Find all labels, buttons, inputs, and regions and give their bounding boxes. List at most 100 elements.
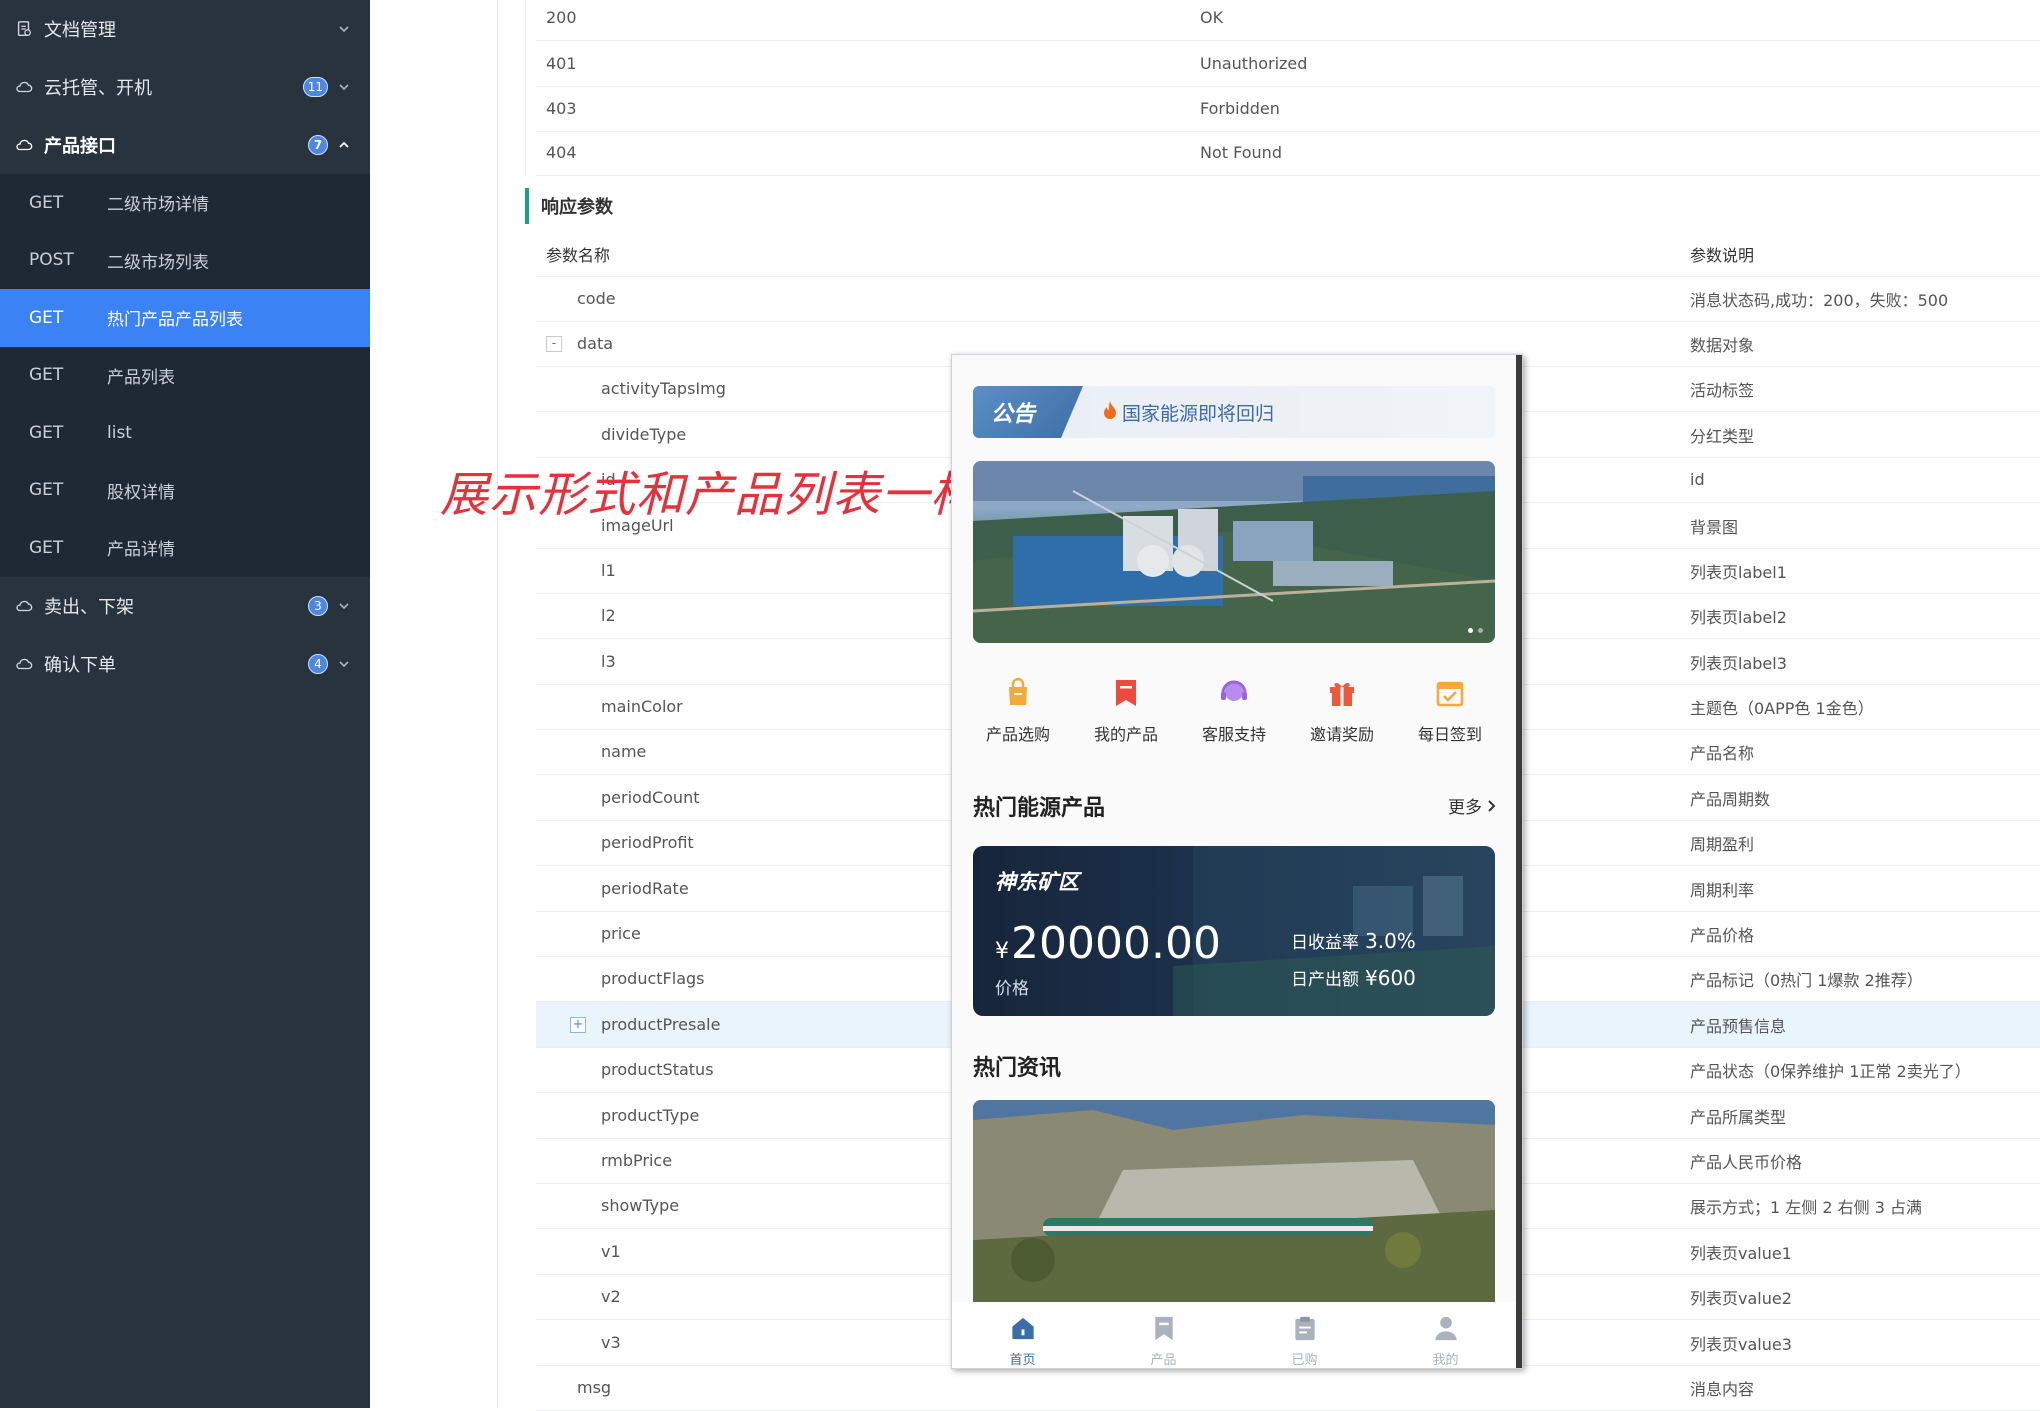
headset-icon [1221, 680, 1247, 701]
param-desc: 列表页value3 [1690, 1334, 1792, 1354]
quick-action-invite[interactable]: 邀请奖励 [1292, 675, 1392, 755]
http-method: GET [29, 537, 64, 558]
endpoint-item[interactable]: POST 二级市场列表 [0, 232, 370, 290]
shopping-bag-icon [1009, 677, 1027, 705]
endpoint-list: GET 二级市场详情 POST 二级市场列表 GET 热门产品产品列表 GET … [0, 174, 370, 577]
endpoint-item[interactable]: GET 二级市场详情 [0, 174, 370, 232]
status-row: 403 Forbidden [536, 86, 2040, 132]
sidebar-group-sell[interactable]: 卖出、下架 3 [0, 577, 370, 635]
quick-action-my-products[interactable]: 我的产品 [1076, 675, 1176, 755]
document-icon [14, 19, 34, 39]
product-name: 神东矿区 [995, 870, 1079, 894]
count-badge: 4 [308, 653, 328, 674]
cloud-icon [14, 596, 34, 616]
sidebar-group-cloud[interactable]: 云托管、开机 11 [0, 58, 370, 116]
quick-action-checkin[interactable]: 每日签到 [1400, 675, 1500, 755]
column-header: 参数名称 [546, 245, 611, 265]
notice-bar[interactable]: 公告 国家能源即将回归 [973, 386, 1495, 438]
chevron-down-icon [339, 26, 349, 33]
news-image[interactable] [973, 1100, 1495, 1305]
http-method: GET [29, 307, 64, 328]
endpoint-item[interactable]: GET 产品详情 [0, 519, 370, 577]
user-icon [1434, 1316, 1457, 1341]
http-method: GET [29, 192, 64, 213]
endpoint-item[interactable]: GET list [0, 404, 370, 462]
count-badge: 7 [308, 135, 328, 155]
param-desc: 周期利率 [1690, 880, 1755, 900]
home-icon [1011, 1317, 1034, 1340]
daily-output-label: 日产出额 [1291, 970, 1359, 990]
chevron-down-icon [339, 84, 349, 91]
sidebar-group-docs[interactable]: 文档管理 [0, 0, 370, 58]
quick-action-label: 产品选购 [985, 725, 1050, 744]
param-name: code [577, 289, 616, 308]
price-value: 20000.00 [1011, 918, 1221, 969]
quick-action-support[interactable]: 客服支持 [1184, 675, 1284, 755]
price-label: 价格 [995, 979, 1029, 999]
bookmark-icon [1154, 1316, 1173, 1341]
sidebar-group-label: 文档管理 [44, 20, 116, 41]
param-name: divideType [601, 425, 687, 444]
bookmark-icon [1116, 680, 1136, 706]
endpoint-item[interactable]: GET 股权详情 [0, 462, 370, 520]
endpoint-item[interactable]: GET 产品列表 [0, 347, 370, 405]
fire-icon [1101, 400, 1119, 425]
tab-home[interactable]: 首页 [952, 1302, 1093, 1368]
daily-rate: 日收益率 3.0% [1291, 928, 1416, 953]
clipboard-icon [1294, 1316, 1315, 1341]
tab-products[interactable]: 产品 [1093, 1302, 1234, 1368]
param-desc: 产品价格 [1690, 925, 1755, 945]
status-desc: Not Found [1200, 143, 1282, 162]
gift-icon [1330, 682, 1354, 706]
param-desc: 产品标记（0热门 1爆款 2推荐） [1690, 970, 1923, 990]
daily-rate-label: 日收益率 [1291, 933, 1359, 953]
param-desc: 列表页label1 [1690, 562, 1787, 582]
status-desc: OK [1200, 8, 1224, 27]
http-method: POST [29, 250, 74, 271]
sidebar-group-product-api[interactable]: 产品接口 7 [0, 116, 370, 174]
sidebar-group-order[interactable]: 确认下单 4 [0, 635, 370, 693]
phone-preview: 公告 国家能源即将回归 产品选购 我的产品 客服支持 邀请奖励 每日签到 热门能… [951, 354, 1523, 1369]
bottom-tab-bar: 首页 产品 已购 我的 [952, 1302, 1516, 1368]
table-header: 参数名称 参数说明 [536, 231, 2040, 277]
scrollbar[interactable] [1516, 355, 1522, 1368]
currency-symbol: ¥ [995, 939, 1009, 964]
banner-carousel[interactable] [973, 461, 1495, 643]
news-title: 热门资讯 [973, 1056, 1062, 1081]
param-name: msg [577, 1378, 612, 1397]
status-code: 401 [546, 54, 577, 73]
endpoint-name: 产品详情 [107, 540, 175, 561]
status-row: 401 Unauthorized [536, 41, 2040, 87]
notice-text: 国家能源即将回归 [1122, 402, 1275, 425]
carousel-dot[interactable] [1468, 628, 1473, 633]
param-desc: 活动标签 [1690, 380, 1755, 400]
tab-purchased[interactable]: 已购 [1234, 1302, 1375, 1368]
quick-action-shop[interactable]: 产品选购 [968, 675, 1068, 755]
table-border [525, 0, 526, 175]
sidebar-group-label: 云托管、开机 [44, 78, 152, 99]
quick-action-label: 每日签到 [1417, 725, 1482, 744]
param-desc: 列表页value1 [1690, 1243, 1792, 1263]
quick-action-label: 邀请奖励 [1309, 725, 1374, 744]
param-name: periodRate [601, 879, 689, 898]
cloud-icon [14, 135, 34, 155]
expand-toggle[interactable]: + [570, 1016, 586, 1033]
more-link[interactable]: 更多 [1448, 793, 1496, 818]
daily-rate-value: 3.0% [1365, 929, 1416, 953]
param-desc: 产品所属类型 [1690, 1107, 1787, 1127]
endpoint-name: 产品列表 [107, 367, 175, 388]
carousel-dot[interactable] [1478, 628, 1483, 633]
param-desc: id [1690, 470, 1705, 489]
sidebar-group-label: 产品接口 [44, 136, 116, 157]
train-landscape-image [973, 1100, 1495, 1305]
param-name: name [601, 742, 647, 761]
count-badge: 3 [308, 595, 328, 616]
product-card[interactable]: 神东矿区 ¥20000.00 价格 日收益率 3.0% 日产出额 ¥600 [973, 846, 1495, 1016]
tab-mine[interactable]: 我的 [1375, 1302, 1516, 1368]
daily-output-value: ¥600 [1365, 966, 1416, 990]
collapse-toggle[interactable]: - [546, 335, 562, 352]
status-code: 403 [546, 99, 577, 118]
cloud-icon [14, 654, 34, 674]
chevron-up-icon [339, 141, 349, 148]
endpoint-item-active[interactable]: GET 热门产品产品列表 [0, 289, 370, 347]
